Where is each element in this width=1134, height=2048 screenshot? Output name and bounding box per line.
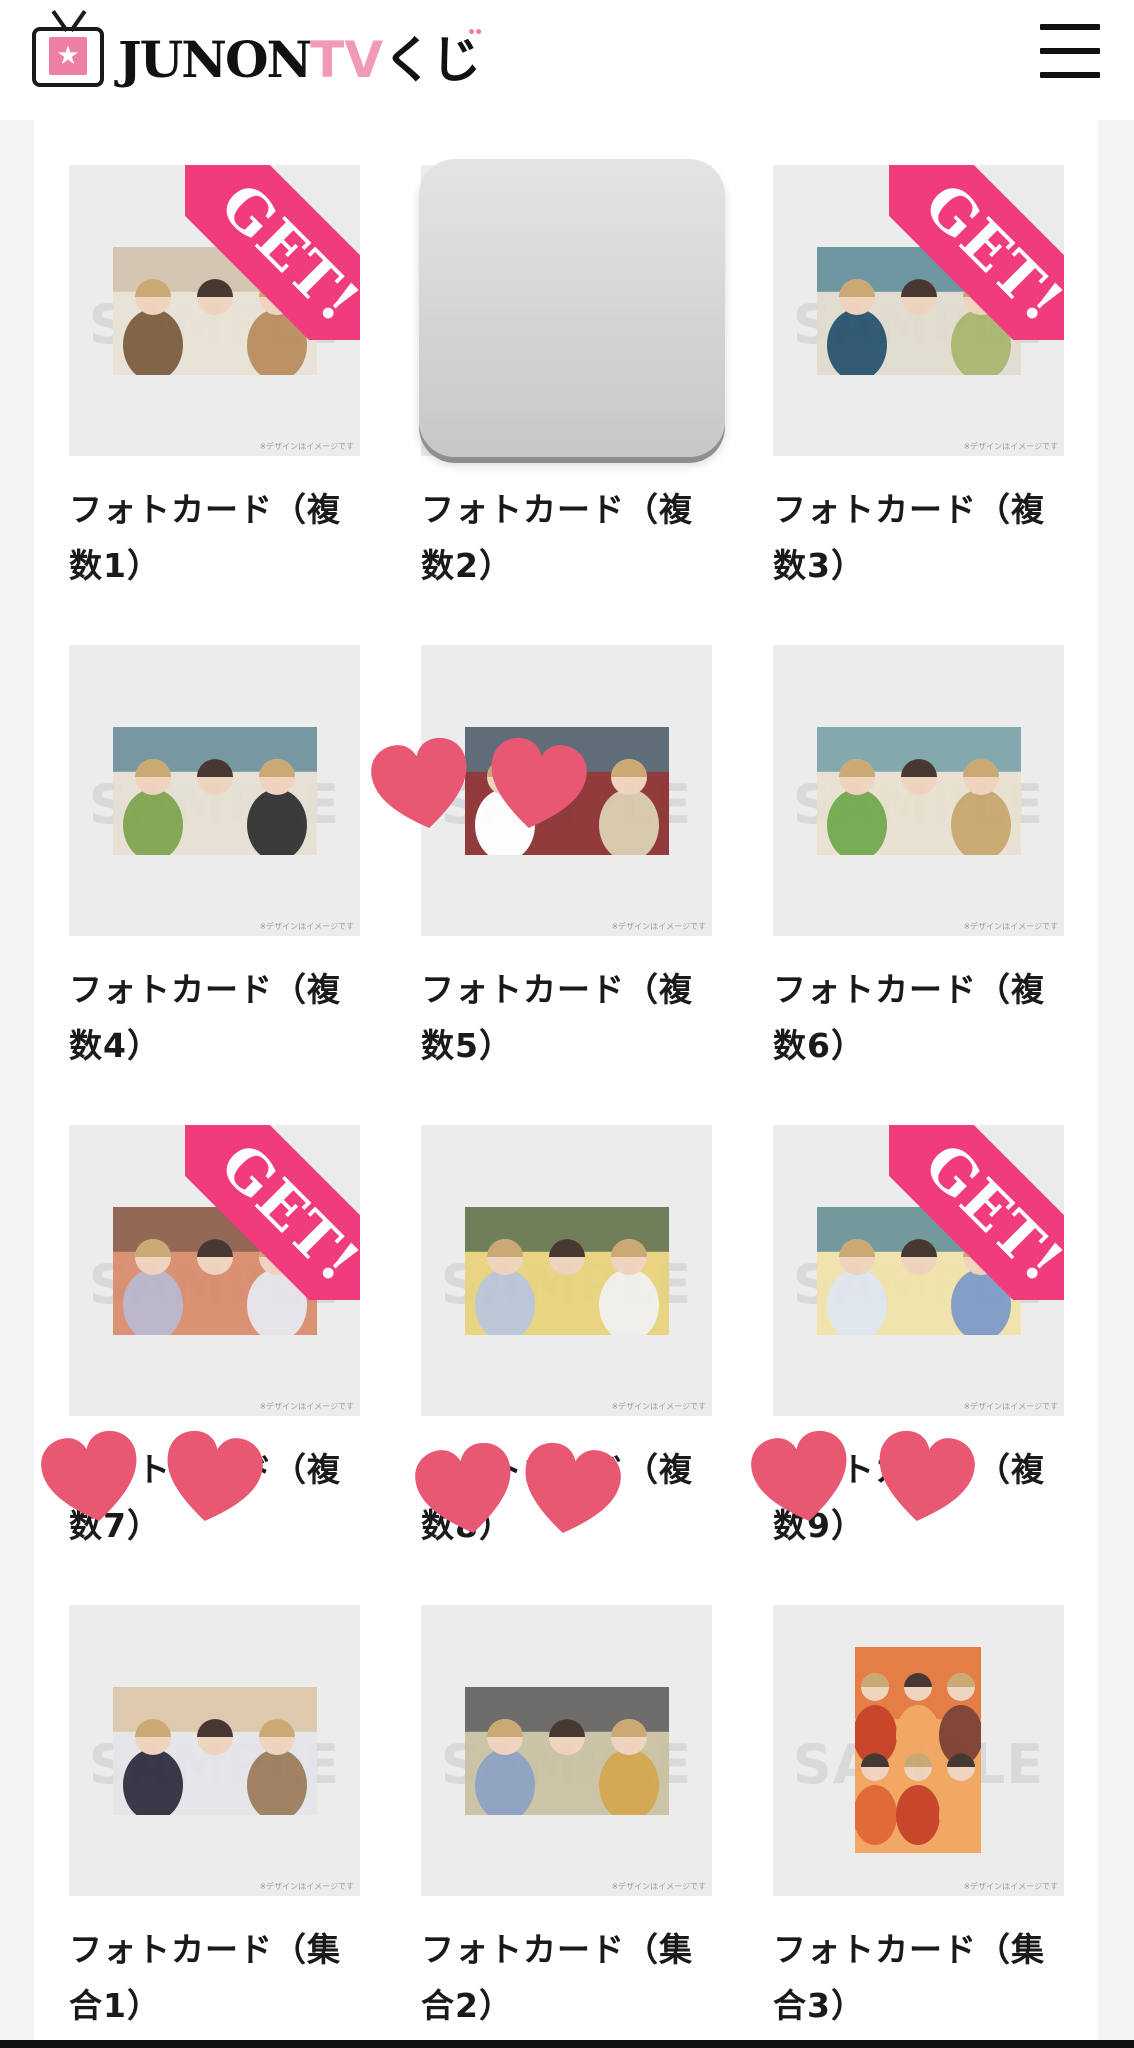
heart-sticker-icon [167, 1430, 263, 1521]
prize-label: フォトカード（複 数2） [421, 482, 712, 594]
prize-label-line1: フォトカード（複 [773, 490, 1045, 529]
prize-list-panel: SAMPLE ※デザインはイメージです GET! フォトカード（複 数1） SA… [34, 120, 1098, 2048]
prize-label-line2: 合3） [773, 1986, 865, 2025]
prize-card-image[interactable]: SAMPLE ※デザインはイメージです [773, 645, 1064, 936]
image-disclaimer-note: ※デザインはイメージです [963, 922, 1058, 931]
prize-card-image[interactable]: SAMPLE ※デザインはイメージです GET! [69, 165, 360, 456]
prize-card-image[interactable]: SAMPLE ※デザインはイメージです GET! [773, 165, 1064, 456]
brand-main: JUNON [118, 30, 312, 89]
heart-sticker-icon [41, 1430, 137, 1521]
prize-card-image[interactable]: SAMPLE ※デザインはイメージです [421, 1605, 712, 1896]
get-ribbon: GET! [185, 165, 360, 340]
heart-sticker-icon [879, 1430, 975, 1521]
prize-label-line1: フォトカード（複 [69, 970, 341, 1009]
prize-item-10[interactable]: SAMPLE ※デザインはイメージです フォトカード（集 合1） [69, 1605, 360, 2034]
photo-thumbnail [465, 1687, 669, 1815]
prize-label-line2: 合2） [421, 1986, 513, 2025]
prize-label-line1: フォトカード（集 [69, 1930, 341, 1969]
prize-label-line2: 数6） [773, 1026, 865, 1065]
prize-card-image[interactable]: SAMPLE ※デザインはイメージです [69, 1605, 360, 1896]
prize-label-line2: 数1） [69, 546, 161, 585]
prize-label-line1: フォトカード（複 [773, 970, 1045, 1009]
logo-wordmark: JUNONTVくじ •• [118, 20, 483, 92]
image-disclaimer-note: ※デザインはイメージです [963, 1402, 1058, 1411]
prize-label: フォトカード（集 合3） [773, 1922, 1064, 2034]
get-ribbon: GET! [889, 1125, 1064, 1300]
prize-card-image[interactable]: SAMPLE ※デザインはイメージです GET! [773, 1125, 1064, 1416]
prize-label: フォトカード（集 合1） [69, 1922, 360, 2034]
prize-item-1[interactable]: SAMPLE ※デザインはイメージです GET! フォトカード（複 数1） [69, 165, 360, 594]
prize-label: フォトカード（集 合2） [421, 1922, 712, 2034]
prize-label-line2: 数5） [421, 1026, 513, 1065]
prize-item-12[interactable]: SAMPLE ※デザインはイメージです フォトカード（集 合3） [773, 1605, 1064, 2034]
image-disclaimer-note: ※デザインはイメージです [259, 1402, 354, 1411]
image-disclaimer-note: ※デザインはイメージです [963, 442, 1058, 451]
brand-tv: TV [310, 31, 384, 89]
prize-label: フォトカード（複 数5） [421, 962, 712, 1074]
photo-thumbnail [113, 1687, 317, 1815]
get-ribbon-label: GET! [207, 1130, 360, 1296]
heart-sticker-icon [491, 737, 587, 828]
prize-label: フォトカード（複 数1） [69, 482, 360, 594]
get-ribbon: GET! [185, 1125, 360, 1300]
hamburger-menu-icon[interactable] [1040, 24, 1100, 78]
prize-label-line1: フォトカード（集 [773, 1930, 1045, 1969]
prize-card-image[interactable]: SAMPLE ※デザインはイメージです [69, 645, 360, 936]
prize-item-11[interactable]: SAMPLE ※デザインはイメージです フォトカード（集 合2） [421, 1605, 712, 2034]
prize-label-line1: フォトカード（集 [421, 1930, 693, 1969]
prize-card-image[interactable]: SAMPLE ※デザインはイメージです [421, 1125, 712, 1416]
prize-label-line1: フォトカード（複 [421, 490, 693, 529]
prize-item-6[interactable]: SAMPLE ※デザインはイメージです フォトカード（複 数6） [773, 645, 1064, 1074]
heart-sticker-icon [751, 1430, 847, 1521]
image-disclaimer-note: ※デザインはイメージです [259, 1882, 354, 1891]
site-logo[interactable]: ★ JUNONTVくじ •• [32, 10, 483, 92]
prize-card-image[interactable]: SAMPLE ※デザインはイメージです GET! [69, 1125, 360, 1416]
tv-star-icon: ★ [32, 10, 104, 87]
image-disclaimer-note: ※デザインはイメージです [259, 442, 354, 451]
prize-label-line2: 数4） [69, 1026, 161, 1065]
image-disclaimer-note: ※デザインはイメージです [963, 1882, 1058, 1891]
site-header: ★ JUNONTVくじ •• [0, 0, 1134, 120]
prize-label-line2: 合1） [69, 1986, 161, 2025]
heart-sticker-icon [415, 1442, 511, 1533]
get-ribbon-label: GET! [911, 1130, 1064, 1296]
prize-label-line2: 数3） [773, 546, 865, 585]
prize-label-line1: フォトカード（複 [421, 970, 693, 1009]
image-disclaimer-note: ※デザインはイメージです [611, 1402, 706, 1411]
photo-thumbnail [817, 727, 1021, 855]
prize-item-2[interactable]: SAMPLE ※デザインはイメージです フォトカード（複 数2） [419, 159, 725, 594]
photo-thumbnail [465, 1207, 669, 1335]
prize-item-5[interactable]: SAMPLE ※デザインはイメージです フォトカード（複 数5） [421, 645, 712, 1074]
prize-card-image[interactable]: SAMPLE ※デザインはイメージです [773, 1605, 1064, 1896]
heart-sticker-icon [371, 737, 467, 828]
prize-label-line2: 数2） [421, 546, 513, 585]
prize-label: フォトカード（複 数4） [69, 962, 360, 1074]
get-ribbon: GET! [889, 165, 1064, 340]
blank-overlay-tile[interactable] [419, 159, 725, 457]
brand-kuji: くじ •• [383, 25, 483, 89]
image-disclaimer-note: ※デザインはイメージです [259, 922, 354, 931]
prize-label-line1: フォトカード（複 [69, 490, 341, 529]
bottom-edge [0, 2040, 1134, 2048]
prize-label: フォトカード（複 数3） [773, 482, 1064, 594]
image-disclaimer-note: ※デザインはイメージです [611, 1882, 706, 1891]
prize-item-4[interactable]: SAMPLE ※デザインはイメージです フォトカード（複 数4） [69, 645, 360, 1074]
image-disclaimer-note: ※デザインはイメージです [611, 922, 706, 931]
photo-thumbnail [113, 727, 317, 855]
heart-sticker-icon [525, 1442, 621, 1533]
prize-item-3[interactable]: SAMPLE ※デザインはイメージです GET! フォトカード（複 数3） [773, 165, 1064, 594]
get-ribbon-label: GET! [207, 170, 360, 336]
photo-thumbnail [855, 1647, 981, 1853]
prize-label: フォトカード（複 数6） [773, 962, 1064, 1074]
get-ribbon-label: GET! [911, 170, 1064, 336]
